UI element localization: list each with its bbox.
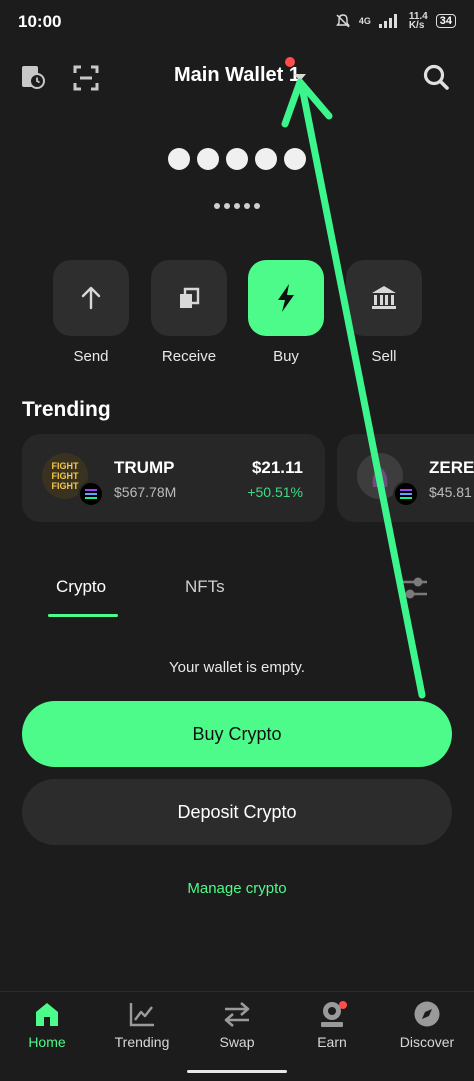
token-price: $21.11	[251, 458, 303, 477]
empty-wallet-message: Your wallet is empty.	[169, 659, 305, 676]
solana-icon	[78, 481, 104, 507]
token-change: +50.51%	[247, 484, 303, 500]
wallet-selector[interactable]: Main Wallet 1	[0, 64, 474, 87]
mask-dot	[197, 148, 219, 170]
manage-crypto-link[interactable]: Manage crypto	[0, 880, 474, 897]
net-speed: 11.4 K/s	[408, 12, 428, 31]
trending-card[interactable]: FIGHT FIGHT FIGHT TRUMP $567.78M $21.11 …	[22, 434, 325, 522]
compass-icon	[414, 1001, 440, 1027]
gesture-bar	[187, 1070, 287, 1073]
send-label: Send	[73, 348, 109, 365]
status-icons: 4G 11.4 K/s 34	[335, 12, 456, 31]
buy-label: Buy	[273, 348, 299, 365]
mask-dot	[224, 203, 230, 209]
net-speed-unit: K/s	[408, 20, 425, 31]
home-icon	[36, 1003, 58, 1026]
earn-badge	[339, 1001, 347, 1009]
nav-label: Swap	[219, 1034, 255, 1050]
tab-nfts[interactable]: NFTs	[185, 577, 225, 597]
nav-trending[interactable]: Trending	[95, 1000, 189, 1050]
copy-icon	[180, 287, 200, 308]
nav-home[interactable]: Home	[0, 1000, 94, 1050]
mask-dot	[234, 203, 240, 209]
mask-dot	[168, 148, 190, 170]
mask-dot	[226, 148, 248, 170]
swap-icon	[224, 1002, 250, 1027]
filter-icon[interactable]	[399, 574, 429, 607]
lightning-icon	[278, 284, 294, 312]
deposit-crypto-label: Deposit Crypto	[177, 801, 297, 822]
mask-dot	[255, 148, 277, 170]
nav-label: Home	[28, 1034, 66, 1050]
nav-label: Trending	[114, 1034, 170, 1050]
send-button[interactable]	[53, 260, 129, 336]
deposit-crypto-button[interactable]: Deposit Crypto	[22, 779, 452, 845]
nav-swap[interactable]: Swap	[190, 1000, 284, 1050]
mask-dot	[284, 148, 306, 170]
buy-crypto-button[interactable]: Buy Crypto	[22, 701, 452, 767]
chart-line-icon	[129, 1003, 154, 1027]
status-time: 10:00	[18, 12, 62, 31]
receive-label: Receive	[161, 348, 217, 365]
buy-crypto-label: Buy Crypto	[192, 723, 282, 744]
bank-icon	[372, 286, 396, 309]
arrow-up-icon	[81, 286, 101, 310]
nav-label: Discover	[399, 1034, 455, 1050]
buy-button[interactable]	[248, 260, 324, 336]
notification-dot	[285, 57, 295, 67]
trending-card[interactable]: ZEREI $45.81	[337, 434, 474, 522]
chevron-down-icon[interactable]	[294, 74, 306, 81]
signal-icon	[378, 14, 397, 28]
wallet-name: Main Wallet 1	[174, 64, 300, 86]
search-icon[interactable]	[422, 63, 450, 96]
balance-hidden[interactable]	[0, 148, 474, 170]
active-tab-indicator	[48, 614, 118, 617]
token-symbol: TRUMP	[114, 458, 175, 477]
mask-dot	[254, 203, 260, 209]
nav-label: Earn	[317, 1034, 347, 1050]
token-market-cap: $45.81	[429, 484, 472, 500]
trending-heading: Trending	[22, 398, 111, 421]
mute-icon	[335, 14, 350, 28]
sell-button[interactable]	[346, 260, 422, 336]
sell-label: Sell	[371, 348, 397, 365]
tab-crypto[interactable]: Crypto	[56, 577, 106, 597]
network-type: 4G	[358, 16, 371, 26]
nav-earn[interactable]: Earn	[285, 1000, 379, 1050]
receive-button[interactable]	[151, 260, 227, 336]
battery-indicator: 34	[435, 14, 456, 28]
solana-icon	[393, 481, 419, 507]
balance-change-hidden	[0, 203, 474, 209]
token-symbol: ZEREI	[429, 458, 474, 477]
mask-dot	[214, 203, 220, 209]
mask-dot	[244, 203, 250, 209]
nav-discover[interactable]: Discover	[380, 1000, 474, 1050]
token-market-cap: $567.78M	[114, 484, 177, 500]
